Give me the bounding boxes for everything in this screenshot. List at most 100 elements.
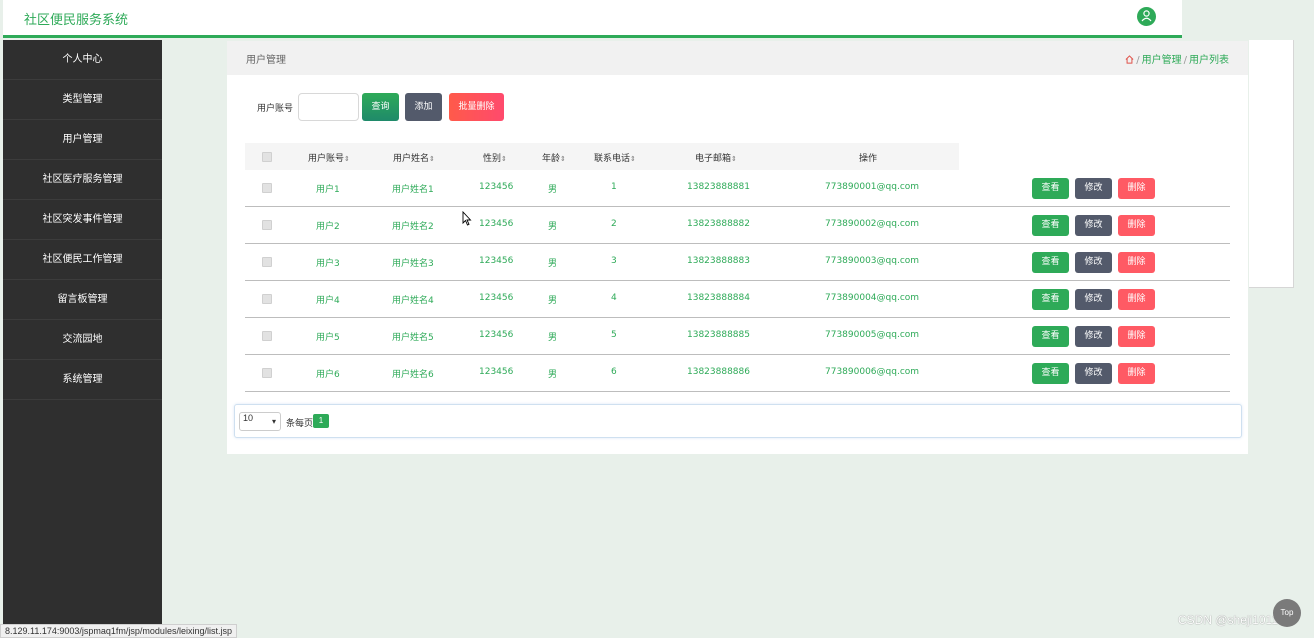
- sidebar-item-system-management[interactable]: 系统管理: [3, 360, 162, 400]
- cell-age: 男: [548, 333, 558, 343]
- cell-phone: 2: [611, 219, 617, 229]
- cell-name: 用户姓名5: [392, 333, 434, 343]
- page-title: 用户管理: [246, 55, 286, 66]
- query-button[interactable]: 查询: [362, 93, 399, 121]
- view-button[interactable]: 查看: [1032, 178, 1069, 199]
- pagination: 10 ▾ 条每页 1: [234, 404, 1242, 438]
- sort-icon: ⇕: [429, 155, 435, 163]
- edit-button[interactable]: 修改: [1075, 289, 1112, 310]
- cell-phone: 5: [611, 330, 617, 340]
- cell-phone: 1: [611, 182, 617, 192]
- cell-account: 用户5: [316, 333, 340, 343]
- breadcrumb-item-user-management[interactable]: 用户管理: [1142, 55, 1182, 66]
- sidebar-item-user-management[interactable]: 用户管理: [3, 120, 162, 160]
- delete-button[interactable]: 删除: [1118, 215, 1155, 236]
- sidebar-item-message-board[interactable]: 留言板管理: [3, 280, 162, 320]
- cell-email: 13823888886: [687, 367, 750, 377]
- sort-icon: ⇕: [560, 155, 566, 163]
- cell-gender: 123456: [479, 293, 514, 303]
- sidebar-item-exchange-forum[interactable]: 交流园地: [3, 320, 162, 360]
- column-header-label: 联系电话: [594, 154, 631, 164]
- view-button[interactable]: 查看: [1032, 215, 1069, 236]
- edit-button[interactable]: 修改: [1075, 363, 1112, 384]
- cell-account: 用户4: [316, 296, 340, 306]
- sidebar-item-convenience-work[interactable]: 社区便民工作管理: [3, 240, 162, 280]
- table-row: 用户2 用户姓名2 123456 男 2 13823888882 773890002@qq.…: [245, 207, 1230, 244]
- row-checkbox[interactable]: [262, 257, 272, 267]
- delete-button[interactable]: 删除: [1118, 252, 1155, 273]
- edit-button[interactable]: 修改: [1075, 178, 1112, 199]
- delete-button[interactable]: 删除: [1118, 178, 1155, 199]
- edit-button[interactable]: 修改: [1075, 252, 1112, 273]
- table-row: 用户4 用户姓名4 123456 男 4 13823888884 773890004@qq.…: [245, 281, 1230, 318]
- table-row: 用户5 用户姓名5 123456 男 5 13823888885 773890005@qq.…: [245, 318, 1230, 355]
- table-row: 用户3 用户姓名3 123456 男 3 13823888883 773890003@qq.…: [245, 244, 1230, 281]
- row-checkbox[interactable]: [262, 294, 272, 304]
- cell-email-address: 773890005@qq.com: [825, 330, 920, 340]
- account-search-input[interactable]: [298, 93, 359, 121]
- sort-icon: ⇕: [344, 155, 350, 163]
- select-all-checkbox[interactable]: [262, 152, 272, 162]
- table-header: 用户账号⇕ 用户姓名⇕ 性别⇕ 年龄⇕ 联系电话⇕ 电子邮箱⇕ 操作: [245, 143, 959, 170]
- column-header-email[interactable]: 电子邮箱⇕: [695, 151, 737, 164]
- watermark-text: CSDN @sheji1011: [1178, 613, 1279, 627]
- add-button[interactable]: 添加: [405, 93, 442, 121]
- cell-name: 用户姓名6: [392, 370, 434, 380]
- cell-email-address: 773890001@qq.com: [825, 182, 920, 192]
- breadcrumb-item-user-list: 用户列表: [1189, 55, 1229, 66]
- row-checkbox[interactable]: [262, 183, 272, 193]
- back-to-top-button[interactable]: Top: [1273, 599, 1301, 627]
- sort-icon: ⇕: [630, 155, 636, 163]
- cell-gender: 123456: [479, 330, 514, 340]
- cell-gender: 123456: [479, 182, 514, 192]
- view-button[interactable]: 查看: [1032, 363, 1069, 384]
- search-label: 用户账号: [257, 104, 294, 114]
- cell-age: 男: [548, 185, 558, 195]
- view-button[interactable]: 查看: [1032, 289, 1069, 310]
- cell-account: 用户6: [316, 370, 340, 380]
- table-row: 用户6 用户姓名6 123456 男 6 13823888886 773890006@qq.…: [245, 355, 1230, 392]
- cell-phone: 4: [611, 293, 617, 303]
- breadcrumb-separator: /: [1183, 55, 1187, 66]
- user-avatar-icon[interactable]: [1137, 7, 1156, 26]
- row-checkbox[interactable]: [262, 331, 272, 341]
- row-checkbox[interactable]: [262, 368, 272, 378]
- page-size-value: 10: [243, 413, 254, 423]
- column-header-actions: 操作: [859, 154, 878, 164]
- delete-button[interactable]: 删除: [1118, 326, 1155, 347]
- table-row: 用户1 用户姓名1 123456 男 1 13823888881 773890001@qq.…: [245, 170, 1230, 207]
- main-panel: 用户管理 / 用户管理 / 用户列表 用户账号 查询 添加 批量删除 用户账号⇕ 用户…: [227, 41, 1248, 454]
- column-header-label: 性别: [483, 154, 502, 164]
- sort-icon: ⇕: [731, 155, 737, 163]
- sidebar-item-type-management[interactable]: 类型管理: [3, 80, 162, 120]
- column-header-label: 电子邮箱: [695, 154, 732, 164]
- column-header-account[interactable]: 用户账号⇕: [308, 151, 350, 164]
- page-size-select[interactable]: 10 ▾: [239, 412, 281, 431]
- home-icon[interactable]: [1125, 55, 1134, 64]
- column-header-gender[interactable]: 性别⇕: [483, 151, 507, 164]
- batch-delete-button[interactable]: 批量删除: [449, 93, 504, 121]
- browser-status-url: 8.129.11.174:9003/jspmaq1fm/jsp/modules/…: [0, 624, 237, 638]
- column-header-phone[interactable]: 联系电话⇕: [594, 151, 636, 164]
- cell-email: 13823888883: [687, 256, 750, 266]
- delete-button[interactable]: 删除: [1118, 363, 1155, 384]
- column-header-age[interactable]: 年龄⇕: [542, 151, 566, 164]
- sidebar-item-emergency-event[interactable]: 社区突发事件管理: [3, 200, 162, 240]
- edit-button[interactable]: 修改: [1075, 215, 1112, 236]
- column-header-name[interactable]: 用户姓名⇕: [393, 151, 435, 164]
- row-checkbox[interactable]: [262, 220, 272, 230]
- view-button[interactable]: 查看: [1032, 252, 1069, 273]
- edit-button[interactable]: 修改: [1075, 326, 1112, 347]
- column-header-label: 年龄: [542, 154, 561, 164]
- page-number-button[interactable]: 1: [313, 414, 329, 428]
- column-header-label: 用户姓名: [393, 154, 430, 164]
- sidebar-item-personal-center[interactable]: 个人中心: [3, 40, 162, 80]
- view-button[interactable]: 查看: [1032, 326, 1069, 347]
- delete-button[interactable]: 删除: [1118, 289, 1155, 310]
- cell-email: 13823888884: [687, 293, 750, 303]
- user-table: 用户账号⇕ 用户姓名⇕ 性别⇕ 年龄⇕ 联系电话⇕ 电子邮箱⇕ 操作 用户1 用户…: [245, 143, 1230, 392]
- sidebar-item-medical-service[interactable]: 社区医疗服务管理: [3, 160, 162, 200]
- cell-email-address: 773890003@qq.com: [825, 256, 920, 266]
- sidebar-menu: 个人中心 类型管理 用户管理 社区医疗服务管理 社区突发事件管理 社区便民工作管…: [3, 40, 162, 638]
- cell-email-address: 773890004@qq.com: [825, 293, 920, 303]
